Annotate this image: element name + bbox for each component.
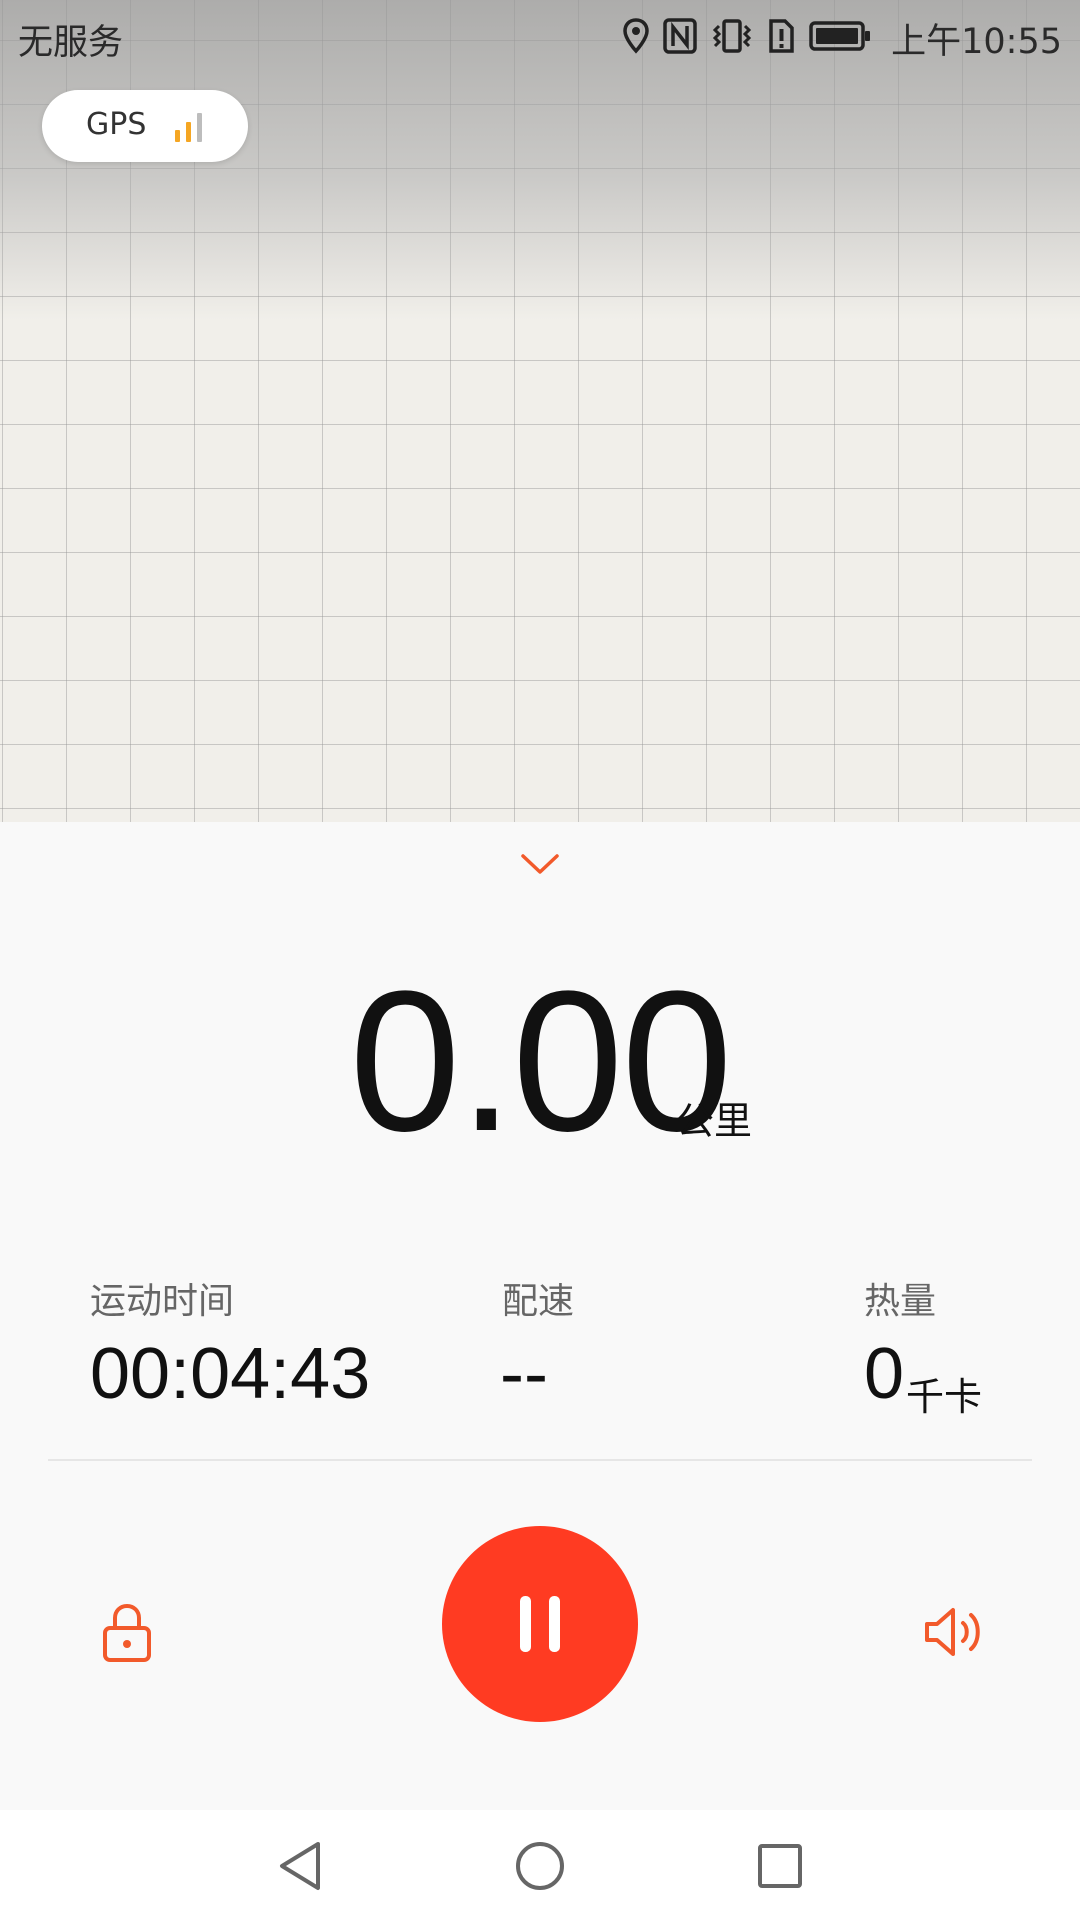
distance-unit: 公里 [676,1099,753,1143]
pause-icon [520,1596,560,1652]
pause-button[interactable] [442,1526,638,1722]
recents-button[interactable] [750,1836,810,1896]
duration-value: 00:04:43 [90,1334,371,1414]
clock: 上午10:55 [891,21,1062,62]
pace-value: -- [500,1334,548,1414]
gps-label: GPS [86,107,147,142]
recents-square-icon [758,1844,802,1888]
pace-label: 配速 [502,1281,575,1322]
status-bar: 无服务 上午10:55 [0,0,1080,76]
signal-bars-icon [172,112,212,142]
collapse-button[interactable] [510,844,570,884]
vibrate-icon [711,18,753,58]
chevron-down-icon [521,854,559,874]
carrier-label: 无服务 [18,23,124,63]
calories-unit: 千卡 [906,1375,983,1419]
divider [48,1459,1032,1461]
duration-label: 运动时间 [90,1281,235,1322]
home-circle-icon [516,1842,564,1890]
speaker-icon [925,1608,980,1656]
distance-value: 0.00 [349,950,732,1173]
home-button[interactable] [510,1836,570,1896]
battery-icon [809,20,871,56]
gps-status-pill: GPS [42,90,248,162]
location-icon [623,18,649,58]
back-button[interactable] [270,1836,330,1896]
calories-label: 热量 [864,1281,937,1322]
back-triangle-icon [280,1842,320,1890]
screen: 无服务 上午10:55 GPS 0.00 公里 运动时间 00:04:43 配速… [0,0,1080,1920]
sim-alert-icon [767,18,795,58]
navigation-bar [0,1810,1080,1920]
workout-panel: 0.00 公里 运动时间 00:04:43 配速 -- 热量 0 千卡 [0,822,1080,1810]
sound-button[interactable] [916,1592,996,1672]
nfc-icon [663,18,697,58]
status-icons: 上午10:55 [623,12,1062,64]
calories-value: 0 [864,1334,905,1414]
lock-button[interactable] [92,1592,162,1672]
lock-icon [103,1603,151,1662]
